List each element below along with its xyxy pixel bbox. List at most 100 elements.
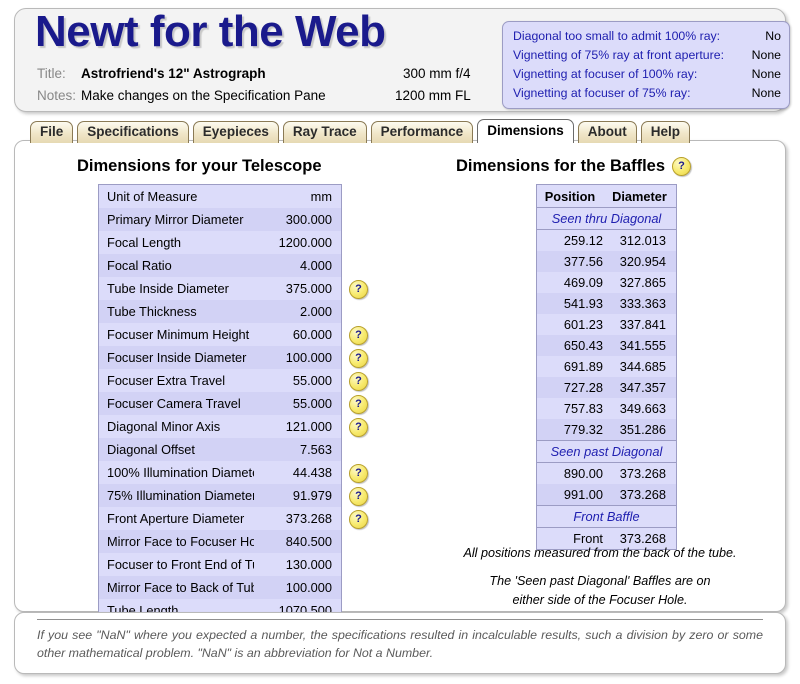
help-icon[interactable]: ?	[349, 395, 368, 414]
baffle-diameter-value: 344.685	[619, 359, 666, 374]
baffle-diameter-value: 373.268	[619, 487, 666, 502]
table-row: 650.43 341.555	[537, 335, 676, 356]
help-icon[interactable]: ?	[349, 510, 368, 529]
dimension-label: Primary Mirror Diameter	[107, 212, 244, 227]
telescope-title-row: Title: Astrofriend's 12" Astrograph	[37, 66, 266, 81]
help-icon[interactable]: ?	[349, 418, 368, 437]
baffle-dimensions-title: Dimensions for the Baffles ?	[456, 157, 692, 176]
page-title: Newt for the Web	[35, 7, 386, 56]
table-row: Diagonal Offset 7.563	[99, 438, 341, 461]
status-label: Vignetting at focuser of 100% ray:	[513, 67, 698, 81]
focal-length-summary: 1200 mm FL	[395, 88, 471, 103]
dimension-label: Focuser Minimum Height	[107, 327, 250, 342]
dimension-value: 100.000	[285, 350, 332, 365]
baffle-group-label: Front Baffle	[537, 505, 676, 528]
dimension-label: Mirror Face to Back of Tube	[107, 580, 254, 595]
table-row: Focuser Minimum Height 60.000?	[99, 323, 368, 346]
dimension-value: 4.000	[299, 258, 332, 273]
table-row: 601.23 337.841	[537, 314, 676, 335]
dimension-label: Focuser Camera Travel	[107, 396, 241, 411]
table-row: 75% Illumination Diameter 91.979?	[99, 484, 368, 507]
tab-performance[interactable]: Performance	[370, 121, 474, 143]
table-row: 757.83 349.663	[537, 398, 676, 419]
baffle-diameter-value: 349.663	[619, 401, 666, 416]
baffle-diameter-value: 312.013	[619, 233, 666, 248]
dimension-label: Diagonal Offset	[107, 442, 195, 457]
status-value: None	[751, 48, 781, 62]
dimension-label: Mirror Face to Focuser Hole	[107, 534, 254, 549]
telescope-title-value: Astrofriend's 12" Astrograph	[81, 66, 266, 81]
dimension-value: 300.000	[285, 212, 332, 227]
table-row: Focal Ratio 4.000	[99, 254, 341, 277]
tab-specifications[interactable]: Specifications	[77, 121, 189, 143]
dimension-label: Focuser Extra Travel	[107, 373, 226, 388]
telescope-dimensions-table: Unit of Measure mm Primary Mirror Diameter…	[98, 184, 368, 623]
dimension-label: Focuser to Front End of Tube	[107, 557, 254, 572]
dimension-value: 130.000	[285, 557, 332, 572]
baffle-diameter-value: 347.357	[619, 380, 666, 395]
baffle-note-seen-past-line1: The 'Seen past Diagonal' Baffles are on	[489, 574, 711, 588]
help-icon[interactable]: ?	[349, 349, 368, 368]
status-label: Vignetting at focuser of 75% ray:	[513, 86, 691, 100]
help-icon[interactable]: ?	[349, 280, 368, 299]
baffle-note-positions: All positions measured from the back of …	[463, 546, 737, 560]
baffle-diameter-value: 373.268	[619, 466, 666, 481]
status-value: No	[765, 29, 781, 43]
baffle-notes: All positions measured from the back of …	[415, 544, 785, 610]
dimension-value: 121.000	[285, 419, 332, 434]
dimension-value: 7.563	[299, 442, 332, 457]
main-tabbar: File Specifications Eyepieces Ray Trace …	[30, 119, 690, 143]
telescope-notes-value: Make changes on the Specification Pane	[81, 88, 326, 103]
tab-file[interactable]: File	[30, 121, 74, 143]
baffle-dimensions-table: Position Diameter Seen thru Diagonal 259.…	[536, 184, 677, 550]
telescope-notes-label: Notes:	[37, 88, 77, 103]
baffle-group-label: Seen thru Diagonal	[537, 208, 676, 230]
dimension-label: Diagonal Minor Axis	[107, 419, 221, 434]
table-row: Primary Mirror Diameter 300.000	[99, 208, 341, 231]
help-icon[interactable]: ?	[349, 326, 368, 345]
table-row: 377.56 320.954	[537, 251, 676, 272]
column-header-diameter: Diameter	[612, 188, 667, 204]
baffle-position-value: 727.28	[563, 380, 603, 395]
dimension-label: Tube Inside Diameter	[107, 281, 229, 296]
table-row: Focuser Inside Diameter 100.000?	[99, 346, 368, 369]
table-row: 991.00 373.268	[537, 484, 676, 505]
dimensions-panel: Dimensions for your Telescope Dimensions…	[14, 140, 786, 623]
dimension-value: 373.268	[285, 511, 332, 526]
status-label: Vignetting of 75% ray at front aperture:	[513, 48, 724, 62]
status-label: Diagonal too small to admit 100% ray:	[513, 29, 721, 43]
table-row: Unit of Measure mm	[99, 185, 341, 208]
baffle-group-label: Seen past Diagonal	[537, 440, 676, 463]
baffle-position-value: 691.89	[563, 359, 603, 374]
help-icon[interactable]: ?	[349, 464, 368, 483]
status-line: Vignetting of 75% ray at front aperture:…	[513, 46, 781, 65]
dimension-value: 1200.000	[278, 235, 332, 250]
tab-help[interactable]: Help	[640, 121, 690, 143]
telescope-notes-row: Notes: Make changes on the Specification…	[37, 88, 326, 103]
tab-about[interactable]: About	[577, 121, 637, 143]
help-icon[interactable]: ?	[672, 157, 692, 176]
dimension-label: Front Aperture Diameter	[107, 511, 245, 526]
baffle-position-value: 757.83	[563, 401, 603, 416]
column-header-position: Position	[544, 188, 596, 204]
baffle-diameter-value: 320.954	[619, 254, 666, 269]
table-row: Focuser Extra Travel 55.000?	[99, 369, 368, 392]
baffle-diameter-value: 333.363	[619, 296, 666, 311]
dimension-value: 60.000	[292, 327, 332, 342]
tab-eyepieces[interactable]: Eyepieces	[192, 121, 279, 143]
help-icon[interactable]: ?	[349, 372, 368, 391]
dimension-value: 55.000	[292, 396, 332, 411]
dimension-label: Unit of Measure	[107, 189, 198, 204]
baffle-diameter-value: 351.286	[619, 422, 666, 437]
dimension-value: 91.979	[292, 488, 332, 503]
dimension-label: Tube Thickness	[107, 304, 197, 319]
baffle-diameter-value: 337.841	[619, 317, 666, 332]
help-icon[interactable]: ?	[349, 487, 368, 506]
dimension-label: Focal Ratio	[107, 258, 172, 273]
dimension-label: Focuser Inside Diameter	[107, 350, 247, 365]
tab-dimensions[interactable]: Dimensions	[477, 119, 574, 143]
status-line: Vignetting at focuser of 100% ray: None	[513, 65, 781, 84]
baffle-diameter-value: 341.555	[619, 338, 666, 353]
tab-ray-trace[interactable]: Ray Trace	[282, 121, 367, 143]
status-value: None	[751, 67, 781, 81]
